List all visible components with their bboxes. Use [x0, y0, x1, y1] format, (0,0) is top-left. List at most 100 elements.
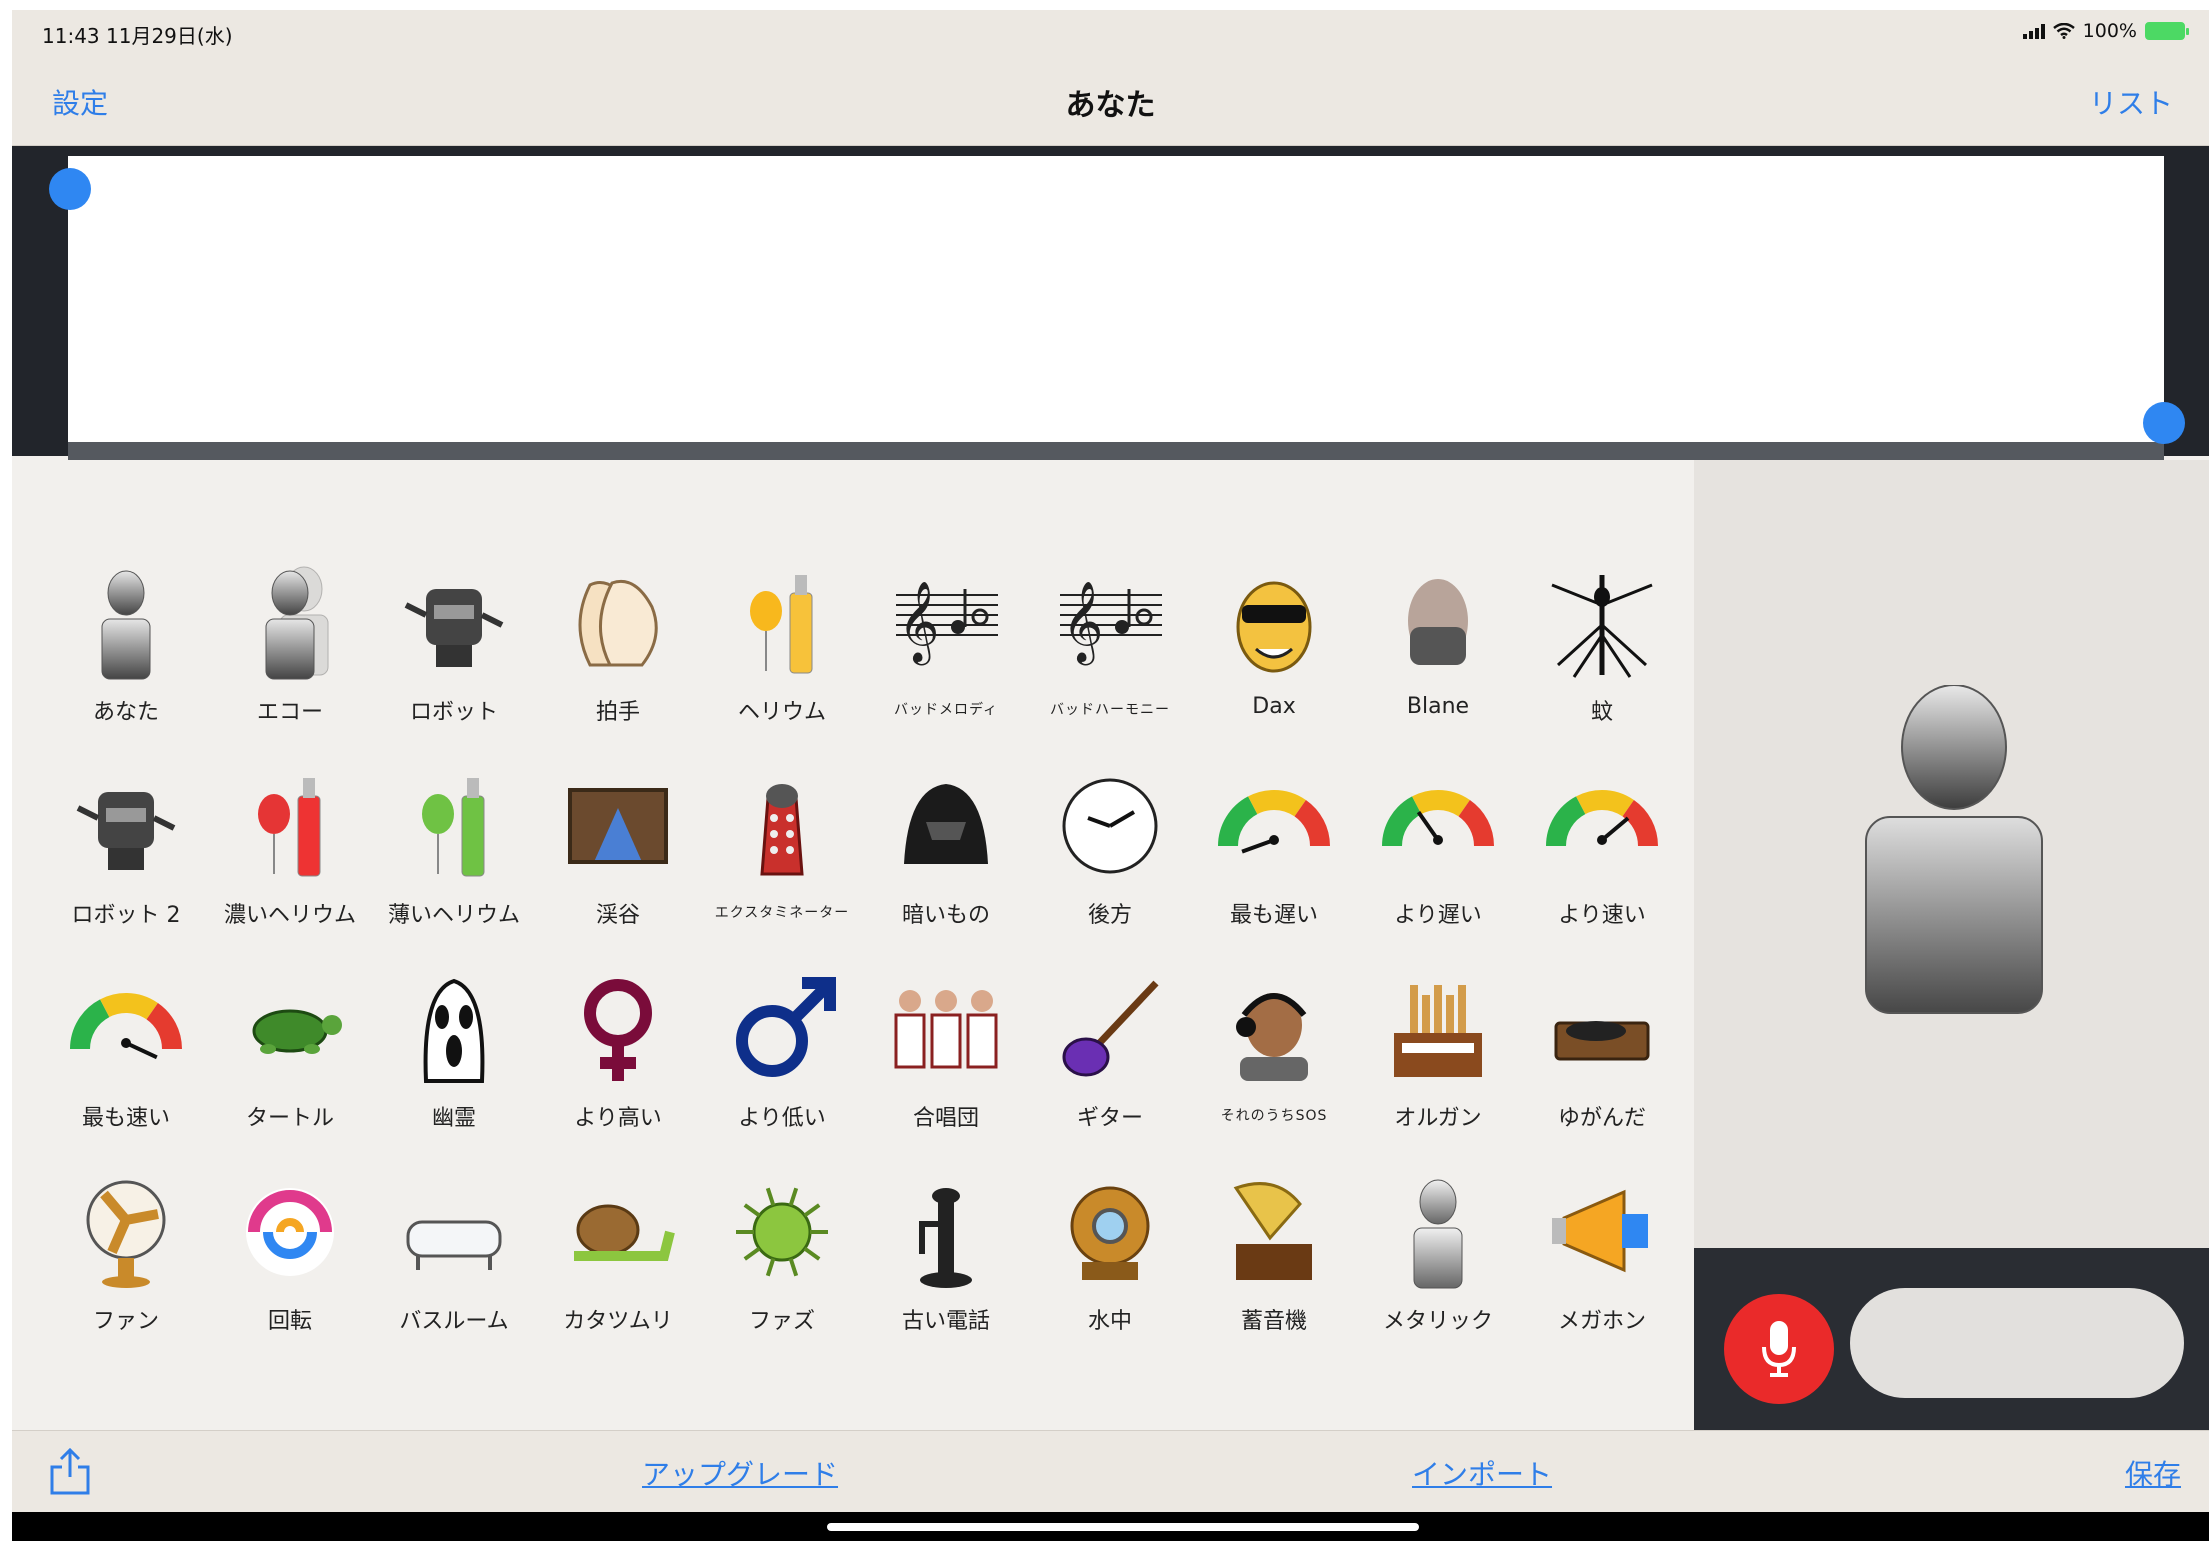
- list-button[interactable]: リスト: [2089, 82, 2173, 122]
- effect-label: カタツムリ: [563, 1309, 673, 1334]
- effect-label: 合唱団: [912, 1106, 979, 1131]
- effect-label: 拍手: [595, 700, 640, 725]
- effect-item[interactable]: 拍手: [536, 558, 700, 761]
- effect-item[interactable]: メガホン: [1520, 1167, 1684, 1370]
- effect-item[interactable]: ファズ: [700, 1167, 864, 1370]
- waveform-timeline: [68, 442, 2164, 460]
- effect-item[interactable]: 最も遅い: [1192, 761, 1356, 964]
- effect-icon-wrapper: [1542, 1167, 1662, 1297]
- cellular-signal-icon: [2022, 23, 2045, 39]
- playback-button[interactable]: [1850, 1288, 2184, 1398]
- effect-item[interactable]: 古い電話: [864, 1167, 1028, 1370]
- effect-icon-wrapper: [722, 761, 842, 891]
- record-controls: [1694, 1248, 2209, 1440]
- waveform-canvas[interactable]: [68, 156, 2164, 442]
- effect-label: バッドハーモニー: [1050, 702, 1170, 718]
- svg-text:𝄞: 𝄞: [1062, 580, 1103, 665]
- record-button[interactable]: [1724, 1294, 1834, 1404]
- effect-item[interactable]: ゆがんだ: [1520, 964, 1684, 1167]
- upgrade-link[interactable]: アップグレード: [642, 1453, 838, 1493]
- effect-item[interactable]: エクスタミネーター: [700, 761, 864, 964]
- effect-label: より速い: [1558, 903, 1646, 928]
- home-indicator[interactable]: [827, 1523, 1419, 1531]
- effect-item[interactable]: 幽霊: [372, 964, 536, 1167]
- effect-item[interactable]: より高い: [536, 964, 700, 1167]
- effect-item[interactable]: カタツムリ: [536, 1167, 700, 1370]
- microphone-icon: [1762, 1321, 1796, 1377]
- effect-item[interactable]: 薄いヘリウム: [372, 761, 536, 964]
- robot-icon: [404, 589, 504, 667]
- music-notes-icon: 𝄞: [896, 580, 998, 665]
- effect-item[interactable]: 濃いヘリウム: [208, 761, 372, 964]
- effect-label: メタリック: [1382, 1309, 1493, 1334]
- import-link[interactable]: インポート: [1412, 1453, 1552, 1493]
- turtle-icon: [252, 1009, 342, 1054]
- effect-item[interactable]: エコー: [208, 558, 372, 761]
- dax-face-icon: [1236, 581, 1312, 673]
- effect-item[interactable]: 蓄音機: [1192, 1167, 1356, 1370]
- effect-item[interactable]: それのうちSOS: [1192, 964, 1356, 1167]
- effect-item[interactable]: ヘリウム: [700, 558, 864, 761]
- effect-item[interactable]: ギター: [1028, 964, 1192, 1167]
- effect-icon-wrapper: [886, 964, 1006, 1094]
- effect-icon-wrapper: [558, 761, 678, 891]
- effect-item[interactable]: 後方: [1028, 761, 1192, 964]
- page-title: あなた: [1065, 88, 1156, 123]
- effect-icon-wrapper: [66, 1167, 186, 1297]
- effect-item[interactable]: あなた: [44, 558, 208, 761]
- bottom-toolbar: アップグレード インポート 保存: [12, 1430, 2209, 1512]
- status-bar: 11:43 11月29日(水) 100%: [12, 10, 2209, 54]
- waveform-editor: [12, 146, 2209, 460]
- effect-item[interactable]: 暗いもの: [864, 761, 1028, 964]
- gauge-fastest-icon: [70, 993, 182, 1060]
- effect-icon-wrapper: [722, 964, 842, 1094]
- effect-icon-wrapper: [394, 761, 514, 891]
- effect-item[interactable]: ファン: [44, 1167, 208, 1370]
- svg-text:𝄞: 𝄞: [898, 580, 939, 665]
- effect-item[interactable]: メタリック: [1356, 1167, 1520, 1370]
- effect-icon-wrapper: [230, 558, 350, 688]
- clapping-hands-icon: [578, 580, 658, 667]
- fuzz-virus-icon: [736, 1187, 828, 1277]
- effect-label: オルガン: [1394, 1106, 1482, 1131]
- choir-icon: [894, 990, 998, 1069]
- gauge-faster-icon: [1546, 790, 1658, 847]
- effect-item[interactable]: 𝄞 バッドメロディ: [864, 558, 1028, 761]
- effect-item[interactable]: 最も速い: [44, 964, 208, 1167]
- effect-icon-wrapper: [1214, 964, 1334, 1094]
- effect-item[interactable]: より低い: [700, 964, 864, 1167]
- mosquito-icon: [1551, 575, 1653, 678]
- effect-label: 暗いもの: [901, 903, 990, 928]
- effect-item[interactable]: バスルーム: [372, 1167, 536, 1370]
- effect-item[interactable]: 𝄞 バッドハーモニー: [1028, 558, 1192, 761]
- save-link[interactable]: 保存: [2125, 1453, 2181, 1493]
- effect-item[interactable]: より遅い: [1356, 761, 1520, 964]
- effect-icon-wrapper: 𝄞: [886, 558, 1006, 688]
- effect-item[interactable]: タートル: [208, 964, 372, 1167]
- effect-label: 水中: [1087, 1309, 1132, 1334]
- effect-icon-wrapper: [230, 761, 350, 891]
- effect-item[interactable]: 合唱団: [864, 964, 1028, 1167]
- trim-start-handle[interactable]: [49, 168, 91, 210]
- person-icon: [1865, 684, 2043, 1014]
- effect-item[interactable]: より速い: [1520, 761, 1684, 964]
- effect-icon-wrapper: [722, 1167, 842, 1297]
- effect-item[interactable]: ロボット 2: [44, 761, 208, 964]
- effect-item[interactable]: Dax: [1192, 558, 1356, 761]
- effect-item[interactable]: 蚊: [1520, 558, 1684, 761]
- male-symbol-icon: [736, 977, 836, 1077]
- effect-item[interactable]: 回転: [208, 1167, 372, 1370]
- effect-label: ゆがんだ: [1557, 1106, 1646, 1131]
- effect-icon-wrapper: [1378, 964, 1498, 1094]
- effect-item[interactable]: Blane: [1356, 558, 1520, 761]
- effect-item[interactable]: オルガン: [1356, 964, 1520, 1167]
- gramophone-icon: [1233, 1182, 1312, 1280]
- effect-item[interactable]: 水中: [1028, 1167, 1192, 1370]
- dalek-icon: [760, 784, 804, 876]
- effect-item[interactable]: 渓谷: [536, 761, 700, 964]
- effect-icon-wrapper: [1542, 761, 1662, 891]
- share-icon[interactable]: [48, 1447, 92, 1495]
- trim-end-handle[interactable]: [2143, 402, 2185, 444]
- bathtub-icon: [406, 1220, 502, 1270]
- effect-item[interactable]: ロボット: [372, 558, 536, 761]
